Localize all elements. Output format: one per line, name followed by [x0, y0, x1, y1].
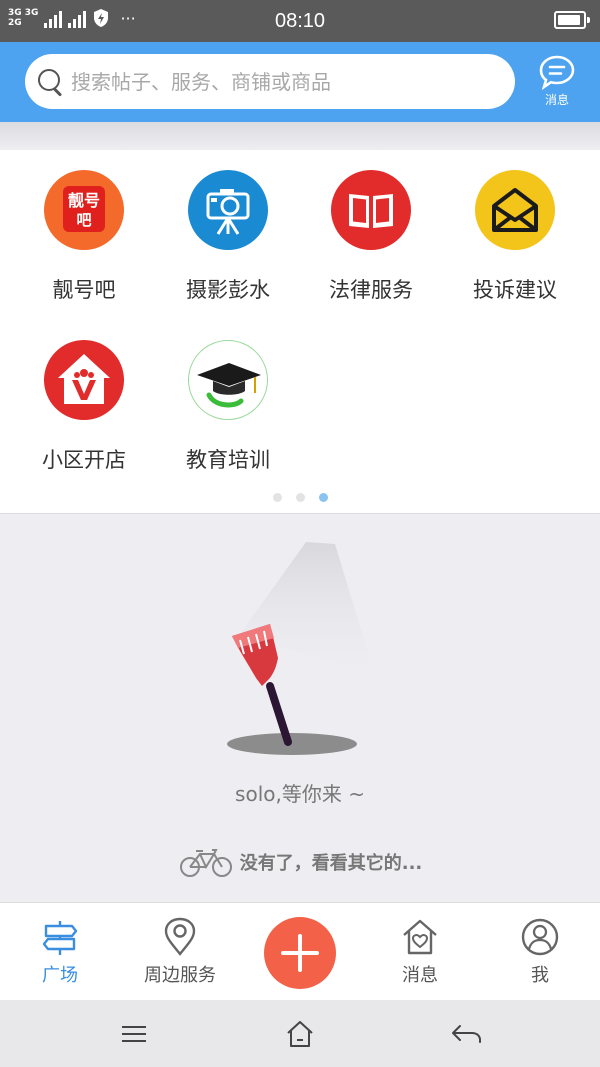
category-lianghao[interactable]: 靓号 吧 靓号吧	[9, 170, 159, 304]
category-photography[interactable]: 摄影彭水	[153, 170, 303, 304]
chat-bubble-icon	[539, 55, 575, 90]
nav-label: 周边服务	[144, 965, 216, 986]
nav-nearby-services[interactable]: 周边服务	[120, 903, 240, 1001]
nav-label: 广场	[42, 965, 78, 986]
nav-label: 我	[531, 965, 549, 986]
house-heart-icon	[403, 919, 437, 955]
camera-icon	[188, 170, 268, 250]
lianghao-logo-text-2: 吧	[76, 211, 91, 229]
lianghao-logo-icon: 靓号 吧	[44, 170, 124, 250]
page-dot	[318, 493, 328, 502]
header: 消息	[0, 42, 600, 122]
category-complaint[interactable]: 投诉建议	[440, 170, 590, 304]
category-label: 法律服务	[329, 278, 413, 302]
category-label: 教育培训	[186, 448, 270, 472]
category-education[interactable]: 教育培训	[153, 340, 303, 474]
divider-band	[0, 122, 600, 150]
category-label: 投诉建议	[473, 278, 557, 302]
message-button-label: 消息	[544, 93, 569, 107]
end-of-list-text: 没有了，看看其它的...	[239, 853, 423, 874]
solo-microphone-illustration	[210, 536, 390, 766]
page-indicator	[0, 493, 600, 502]
category-label: 摄影彭水	[186, 278, 270, 302]
category-open-shop[interactable]: 小区开店	[9, 340, 159, 474]
book-icon	[331, 170, 411, 250]
shop-house-icon	[44, 340, 124, 420]
nav-messages[interactable]: 消息	[360, 903, 480, 1001]
search-bar[interactable]	[25, 54, 515, 109]
bicycle-icon	[179, 849, 232, 877]
menu-icon[interactable]	[114, 1018, 154, 1050]
add-post-button[interactable]	[264, 917, 336, 989]
category-label: 小区开店	[42, 448, 126, 472]
bottom-nav: 广场 周边服务 消息 我	[0, 902, 600, 1000]
page-dot	[295, 493, 305, 502]
category-grid: 靓号 吧 靓号吧 摄影彭水 法律服务 投诉建议 小区开店 教育培训	[0, 150, 600, 514]
nav-me[interactable]: 我	[480, 903, 600, 1001]
category-label: 靓号吧	[52, 278, 116, 302]
graduation-cap-icon	[188, 340, 268, 420]
message-button[interactable]: 消息	[532, 54, 582, 110]
battery-icon	[554, 11, 590, 29]
home-icon[interactable]	[280, 1018, 320, 1050]
signpost-icon	[42, 921, 78, 955]
status-bar: 3G 3G 2G ··· 08:10	[0, 0, 600, 42]
clock: 08:10	[274, 10, 326, 32]
back-icon[interactable]	[446, 1018, 486, 1050]
category-legal[interactable]: 法律服务	[296, 170, 446, 304]
battery-level	[558, 15, 581, 25]
empty-state-text: solo,等你来 ~	[235, 782, 365, 806]
nav-label: 消息	[402, 965, 438, 986]
search-input[interactable]	[71, 69, 501, 94]
user-icon	[521, 918, 559, 956]
location-pin-icon	[164, 917, 196, 956]
end-of-list: 没有了，看看其它的...	[0, 846, 600, 878]
nav-square[interactable]: 广场	[0, 903, 120, 1001]
envelope-icon	[475, 170, 555, 250]
search-icon	[35, 67, 65, 97]
page-dot	[272, 493, 282, 502]
system-nav-bar	[0, 1000, 600, 1067]
lianghao-logo-text-1: 靓号	[68, 191, 100, 210]
